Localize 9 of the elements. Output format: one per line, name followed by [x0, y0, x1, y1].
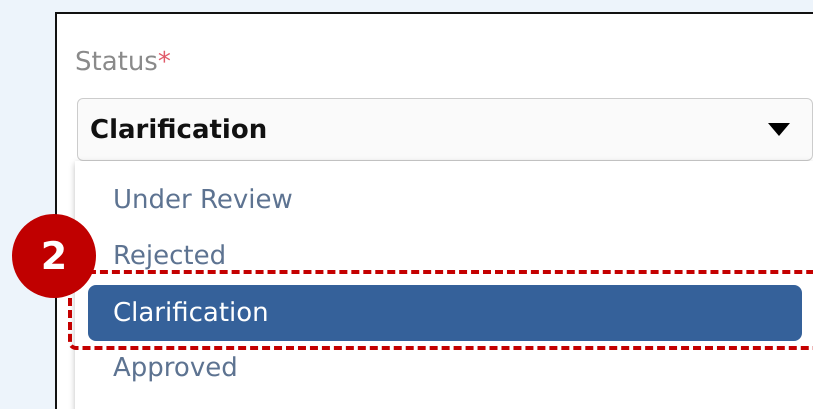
- field-label: Status: [75, 47, 158, 77]
- status-dropdown[interactable]: Clarification: [77, 98, 813, 161]
- required-mark: *: [158, 47, 171, 77]
- step-badge: 2: [12, 214, 96, 298]
- dropdown-option[interactable]: Rejected: [113, 245, 226, 269]
- dropdown-option[interactable]: Clarification: [88, 285, 802, 341]
- caret-icon: [768, 122, 790, 136]
- dropdown-option[interactable]: Under Review: [113, 189, 293, 213]
- dropdown-option[interactable]: Approved: [113, 357, 238, 381]
